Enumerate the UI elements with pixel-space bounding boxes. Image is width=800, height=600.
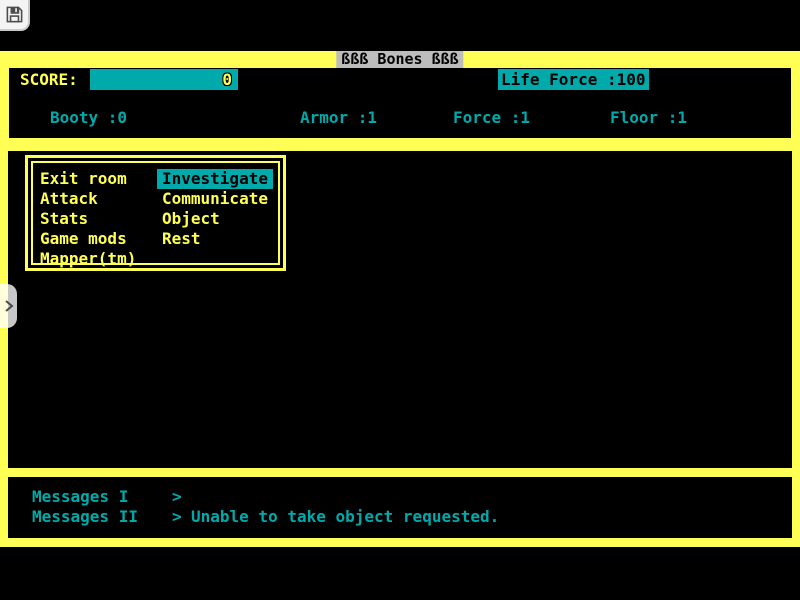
stat-armor: Armor :1 bbox=[300, 109, 377, 127]
stat-force: Force :1 bbox=[453, 109, 530, 127]
drawer-toggle[interactable] bbox=[0, 284, 17, 328]
messages-2-prompt: > bbox=[172, 508, 182, 526]
menu-item-object[interactable]: Object bbox=[162, 209, 220, 229]
score-bar: 0 bbox=[90, 69, 238, 90]
action-menu-inner: Exit room Attack Stats Game mods Mapper(… bbox=[31, 161, 280, 265]
messages-1-label: Messages I bbox=[32, 488, 128, 506]
stat-floor: Floor :1 bbox=[610, 109, 687, 127]
save-button[interactable] bbox=[0, 0, 30, 31]
message-row-1: Messages I > bbox=[8, 488, 792, 506]
score-value: 0 bbox=[222, 70, 232, 89]
score-label: SCORE: bbox=[20, 71, 78, 89]
menu-item-investigate[interactable]: Investigate bbox=[157, 169, 273, 189]
menu-item-rest[interactable]: Rest bbox=[162, 229, 201, 249]
floppy-disk-icon bbox=[5, 5, 24, 24]
game-viewport: Exit room Attack Stats Game mods Mapper(… bbox=[8, 151, 792, 468]
menu-item-communicate[interactable]: Communicate bbox=[162, 189, 268, 209]
menu-item-stats[interactable]: Stats bbox=[40, 209, 88, 229]
menu-item-exit-room[interactable]: Exit room bbox=[40, 169, 127, 189]
menu-item-game-mods[interactable]: Game mods bbox=[40, 229, 127, 249]
messages-panel: Messages I > Messages II > Unable to tak… bbox=[8, 477, 792, 538]
chevron-right-icon bbox=[4, 299, 14, 313]
menu-item-mapper[interactable]: Mapper(tm) bbox=[40, 249, 136, 269]
stat-booty: Booty :0 bbox=[50, 109, 127, 127]
messages-1-prompt: > bbox=[172, 488, 182, 506]
messages-2-text: Unable to take object requested. bbox=[191, 508, 499, 526]
messages-2-label: Messages II bbox=[32, 508, 138, 526]
page-title: ßßß Bones ßßß bbox=[336, 51, 463, 68]
status-panel: SCORE: 0 Life Force :100 Booty :0 Armor … bbox=[9, 68, 791, 138]
menu-item-attack[interactable]: Attack bbox=[40, 189, 98, 209]
message-row-2: Messages II > Unable to take object requ… bbox=[8, 508, 792, 526]
life-force-badge: Life Force :100 bbox=[498, 69, 649, 90]
action-menu: Exit room Attack Stats Game mods Mapper(… bbox=[25, 155, 286, 271]
game-screen: ßßß Bones ßßß SCORE: 0 Life Force :100 B… bbox=[0, 51, 800, 547]
